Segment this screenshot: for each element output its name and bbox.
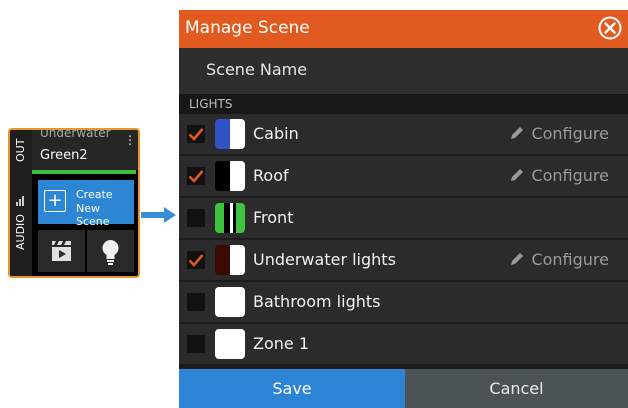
- scene-name-field[interactable]: Scene Name: [179, 48, 628, 94]
- light-color-swatch: [215, 161, 245, 191]
- light-row[interactable]: Roof Configure: [179, 156, 628, 196]
- configure-button[interactable]: Configure: [511, 166, 609, 185]
- light-checkbox[interactable]: [187, 167, 205, 185]
- configure-button[interactable]: Configure: [511, 250, 609, 269]
- light-name: Front: [253, 208, 294, 227]
- pencil-icon: [511, 127, 524, 139]
- checkmark-icon: [188, 170, 204, 183]
- create-label-line1: Create: [76, 188, 113, 201]
- light-name: Bathroom lights: [253, 292, 381, 311]
- manage-scene-dialog: Manage Scene Scene Name LIGHTS Cabin Conf…: [179, 10, 628, 408]
- light-checkbox[interactable]: [187, 251, 205, 269]
- light-checkbox[interactable]: [187, 125, 205, 143]
- side-tab-strip: OUT AUDIO: [10, 130, 32, 276]
- light-name: Underwater lights: [253, 250, 396, 269]
- light-checkbox[interactable]: [187, 335, 205, 353]
- light-row[interactable]: Underwater lights Configure: [179, 240, 628, 280]
- checkmark-icon: [188, 254, 204, 267]
- pencil-icon: [511, 253, 524, 265]
- scenes-button[interactable]: [38, 230, 85, 272]
- light-checkbox[interactable]: [187, 293, 205, 311]
- light-row[interactable]: Cabin Configure: [179, 114, 628, 154]
- scene-name-placeholder: Scene Name: [206, 60, 308, 79]
- dialog-title: Manage Scene: [185, 18, 310, 38]
- light-color-swatch: [215, 287, 245, 317]
- pencil-icon: [511, 169, 524, 181]
- current-scene-tile[interactable]: Underwater Green2 · · ·: [32, 130, 138, 170]
- light-row[interactable]: Zone 1: [179, 324, 628, 364]
- create-label-line2: New Scene: [76, 202, 110, 228]
- cancel-button[interactable]: Cancel: [405, 369, 628, 408]
- save-button[interactable]: Save: [179, 369, 405, 408]
- configure-label: Configure: [531, 166, 609, 185]
- current-scene-subtitle: Green2: [40, 148, 88, 163]
- side-tab-out[interactable]: OUT: [10, 132, 32, 168]
- lights-section-label: LIGHTS: [189, 97, 233, 111]
- lightbulb-icon: [102, 240, 119, 265]
- scene-clapper-icon: [52, 241, 71, 261]
- light-row[interactable]: Bathroom lights: [179, 282, 628, 322]
- current-scene-title: Underwater: [40, 128, 111, 140]
- arrow-right-icon: [141, 207, 176, 223]
- scene-active-indicator: [32, 170, 136, 174]
- scene-widget-panel: OUT AUDIO Underwater Green2 · · · + Create…: [8, 128, 140, 278]
- create-new-scene-button[interactable]: + Create New Scene: [38, 180, 134, 228]
- light-color-swatch: [215, 119, 245, 149]
- plus-icon: +: [44, 190, 66, 212]
- light-checkbox[interactable]: [187, 209, 205, 227]
- light-name: Cabin: [253, 124, 299, 143]
- lights-section-header: LIGHTS: [179, 94, 628, 114]
- side-tab-audio[interactable]: AUDIO: [10, 202, 32, 262]
- light-color-swatch: [215, 203, 245, 233]
- configure-label: Configure: [531, 124, 609, 143]
- light-color-swatch: [215, 245, 245, 275]
- close-icon[interactable]: [598, 16, 622, 40]
- checkmark-icon: [188, 128, 204, 141]
- lights-button[interactable]: [87, 230, 134, 272]
- dialog-header: Manage Scene: [179, 10, 628, 48]
- configure-button[interactable]: Configure: [511, 124, 609, 143]
- light-row[interactable]: Front: [179, 198, 628, 238]
- more-options-icon[interactable]: · · ·: [128, 131, 132, 152]
- light-color-swatch: [215, 329, 245, 359]
- light-name: Roof: [253, 166, 289, 185]
- light-name: Zone 1: [253, 334, 309, 353]
- configure-label: Configure: [531, 250, 609, 269]
